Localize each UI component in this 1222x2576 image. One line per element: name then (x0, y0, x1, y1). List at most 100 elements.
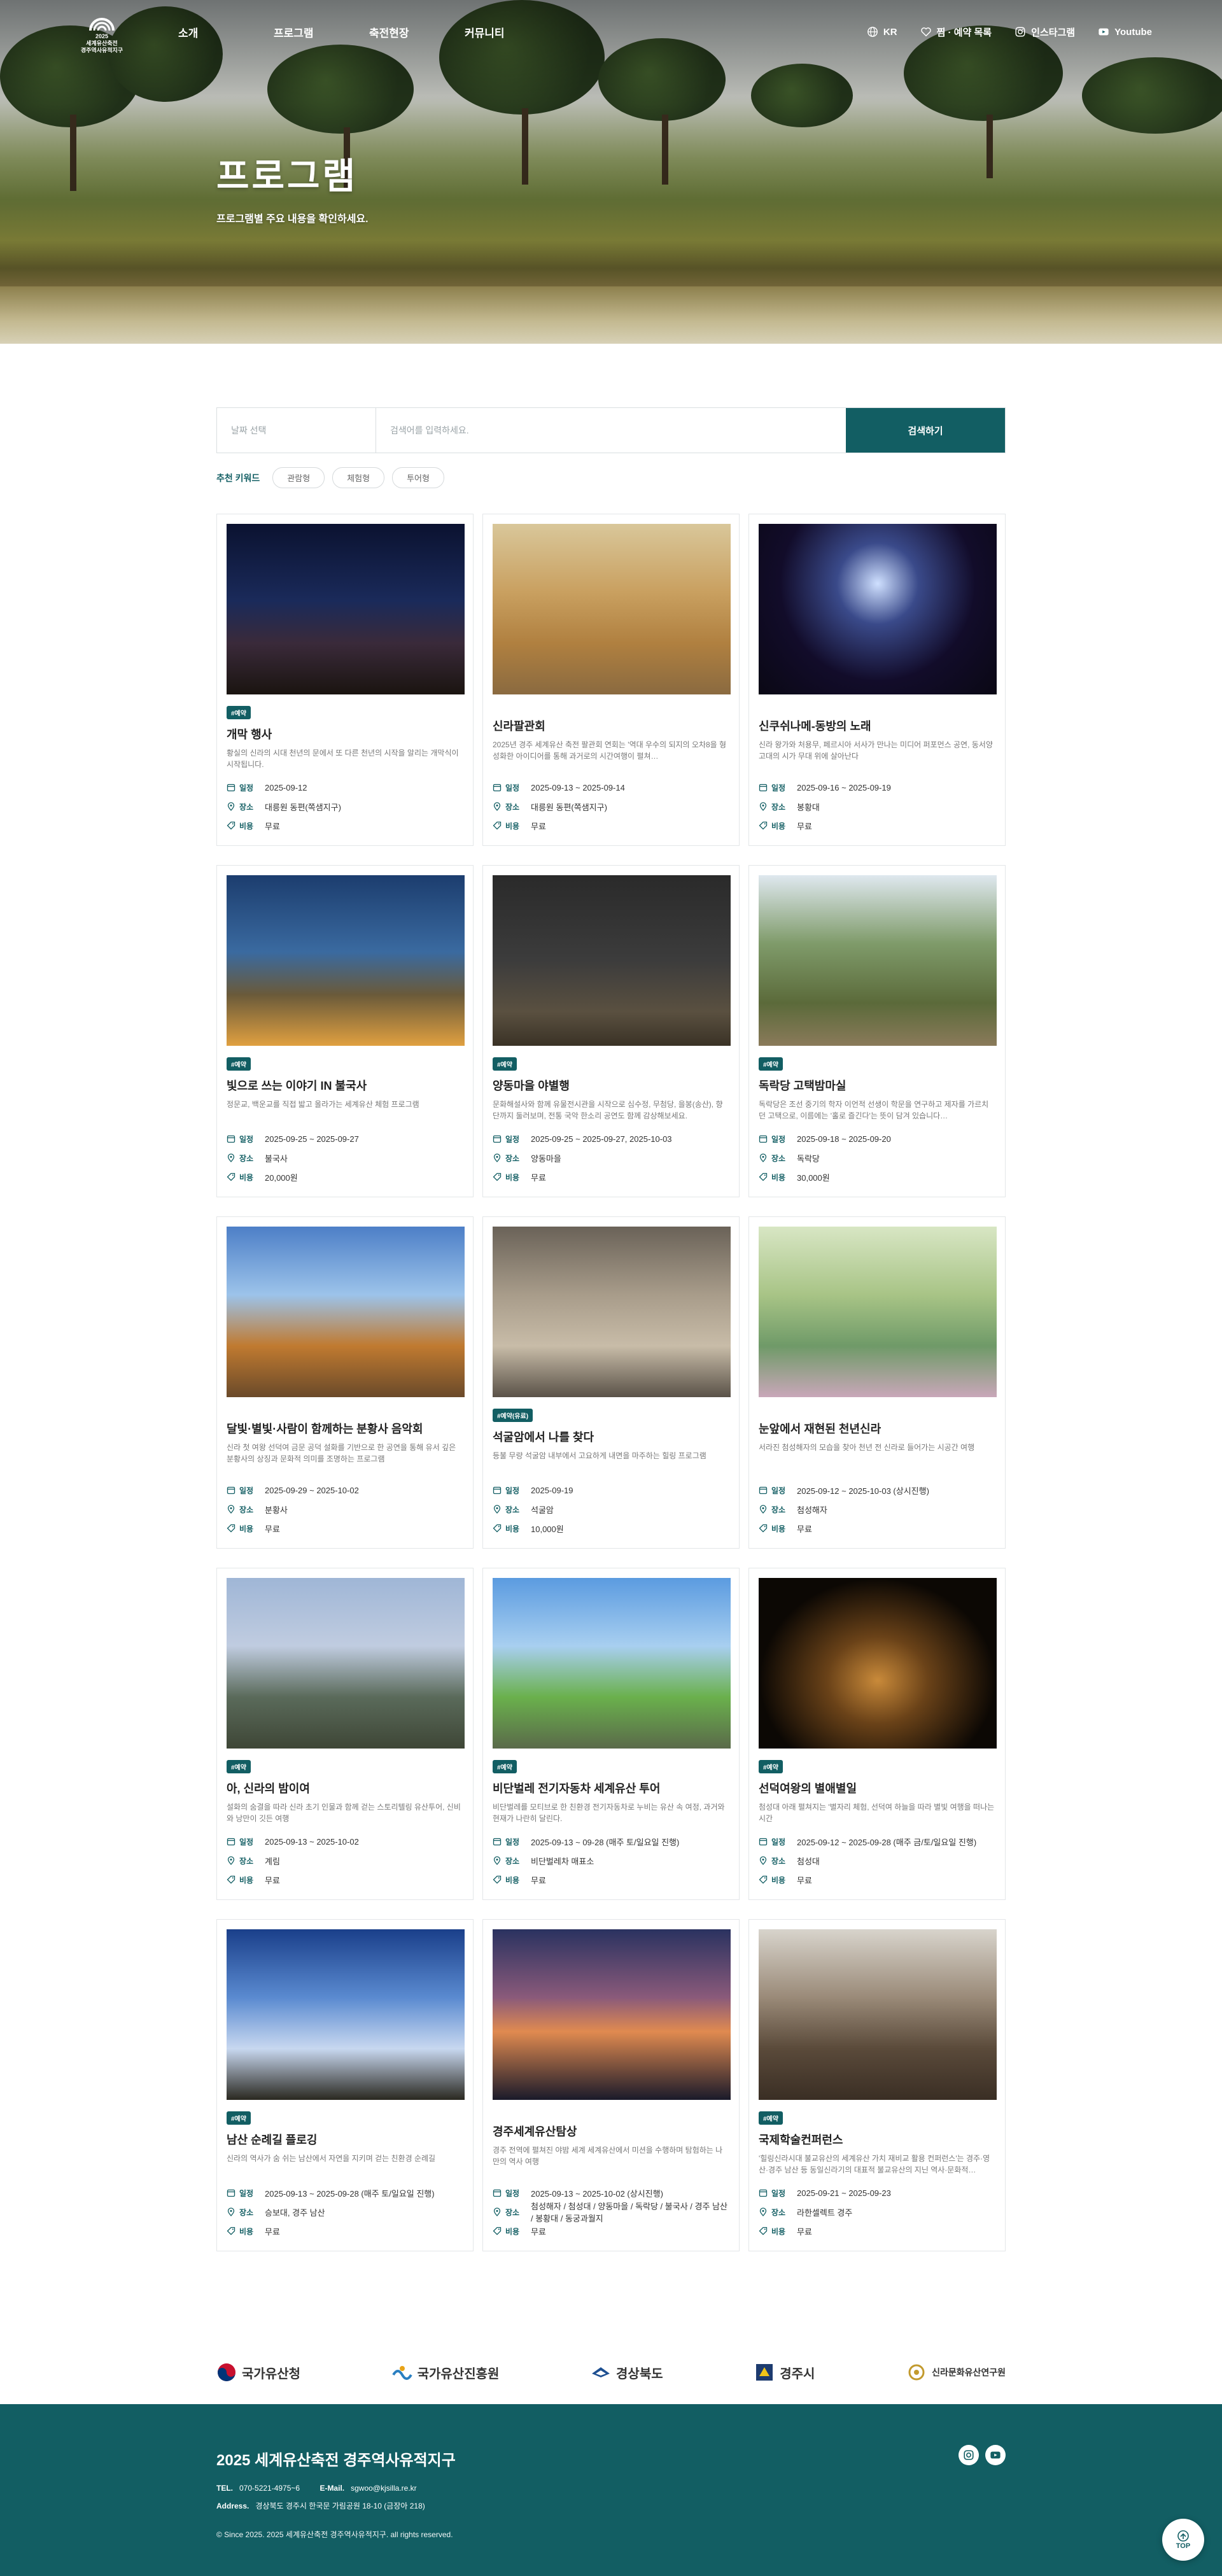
footer-youtube-button[interactable] (985, 2445, 1006, 2465)
meta-fee-label: 비용 (239, 821, 254, 831)
meta-fee: 비용 무료 (759, 1870, 995, 1889)
meta-fee-value: 무료 (265, 2227, 280, 2237)
program-meta: 일정 2025-09-29 ~ 2025-10-02 장소 분황사 비용 무료 (227, 1481, 463, 1538)
program-meta: 일정 2025-09-12 장소 대릉원 동편(쪽샘지구) 비용 무료 (227, 778, 463, 835)
program-card[interactable]: #예약 남산 순례길 플로깅 신라의 역사가 숨 쉬는 남산에서 자연을 지키며 걷… (216, 1919, 474, 2251)
wishlist-link[interactable]: 찜 · 예약 목록 (920, 25, 992, 39)
program-card[interactable]: #예약 독락당 고택밤마실 독락당은 조선 중기의 학자 이언적 선생이 학문을 연… (748, 865, 1006, 1197)
meta-fee-value: 30,000원 (797, 1172, 830, 1183)
language-label: KR (883, 26, 897, 38)
program-title: 선덕여왕의 별애별일 (759, 1782, 857, 1795)
calendar-icon (493, 1135, 502, 1143)
scroll-top-button[interactable]: TOP (1162, 2519, 1204, 2561)
program-card[interactable]: #예약 양동마을 야별행 문화해설사와 함께 유물전시관을 시작으로 심수정, 무첨… (482, 865, 740, 1197)
meta-place-label: 장소 (771, 1505, 786, 1514)
price-tag-icon (759, 1172, 768, 1181)
program-card[interactable]: 신라팔관회 2025년 경주 세계유산 축전 팔관회 연회는 '역대 우수의 되지… (482, 514, 740, 846)
location-pin-icon (759, 1856, 767, 1865)
meta-place-label: 장소 (239, 1505, 254, 1514)
program-meta: 일정 2025-09-13 ~ 2025-10-02 장소 계림 비용 무료 (227, 1832, 463, 1889)
nav-festival-scene[interactable]: 축전현장 (369, 24, 465, 40)
program-thumbnail (759, 1929, 997, 2100)
footer-instagram-button[interactable] (959, 2445, 979, 2465)
calendar-icon (227, 2189, 235, 2197)
search-button[interactable]: 검색하기 (846, 408, 1005, 453)
program-card[interactable]: #예약 선덕여왕의 별애별일 첨성대 아래 펼쳐지는 '별자리 체험, 선덕여 하늘… (748, 1568, 1006, 1900)
meta-fee-label: 비용 (771, 2227, 786, 2236)
program-card[interactable]: #예약 개막 행사 황실의 신라의 시대 천년의 문에서 또 다른 천년의 시작을 … (216, 514, 474, 846)
partner-logo[interactable]: 신라문화유산연구원 (906, 2362, 1006, 2382)
program-card[interactable]: #예약(유료) 석굴암에서 나를 찾다 등불 무량 석굴암 내부에서 고요하게 내면… (482, 1216, 740, 1549)
reservation-badge: #예약 (227, 1057, 251, 1071)
program-card[interactable]: 눈앞에서 재현된 천년신라 서라진 첨성해자의 모습을 찾아 천년 전 신라로 들… (748, 1216, 1006, 1549)
reservation-badge: #예약 (227, 706, 251, 719)
calendar-icon (227, 1135, 235, 1143)
program-card[interactable]: #예약 빛으로 쓰는 이야기 IN 불국사 정문교, 백운교를 직접 밟고 올라가는… (216, 865, 474, 1197)
nav-program[interactable]: 프로그램 (274, 24, 369, 40)
program-thumbnail (227, 1578, 465, 1749)
program-card[interactable]: #예약 아, 신라의 밤이여 설화의 숨결을 따라 신라 초기 인물과 함께 걷는 … (216, 1568, 474, 1900)
calendar-icon (227, 1486, 235, 1495)
price-tag-icon (227, 1875, 235, 1884)
program-thumbnail (493, 1227, 731, 1397)
partner-logo[interactable]: 국가유산진흥원 (391, 2362, 499, 2382)
program-card[interactable]: #예약 국제학술컨퍼런스 '힐링신라시대 불교유산의 세계유산 가치 재비교 활용 … (748, 1919, 1006, 2251)
meta-date: 일정 2025-09-25 ~ 2025-09-27, 2025-10-03 (493, 1129, 729, 1148)
price-tag-icon (227, 1172, 235, 1181)
wave-mark-icon (391, 2366, 412, 2380)
program-thumbnail (759, 875, 997, 1046)
meta-date-value: 2025-09-13 ~ 2025-09-28 (매주 토/일요일 진행) (265, 2188, 435, 2199)
globe-icon (867, 27, 878, 37)
program-title: 국제학술컨퍼런스 (759, 2134, 843, 2146)
meta-place: 장소 첨성해자 (759, 1500, 995, 1519)
email-value: sgwoo@kjsilla.re.kr (351, 2484, 417, 2493)
program-description: 등불 무량 석굴암 내부에서 고요하게 내면을 마주하는 힐링 프로그램 (493, 1451, 706, 1460)
program-meta: 일정 2025-09-12 ~ 2025-10-03 (상시진행) 장소 첨성해자 비용… (759, 1481, 995, 1538)
meta-place: 장소 승보대, 경주 남산 (227, 2202, 463, 2221)
tel-value: 070-5221-4975~6 (239, 2484, 300, 2493)
meta-place-value: 불국사 (265, 1153, 288, 1164)
program-meta: 일정 2025-09-19 장소 석굴암 비용 10,000원 (493, 1481, 729, 1538)
meta-fee-label: 비용 (771, 1524, 786, 1533)
language-button[interactable]: KR (867, 26, 897, 38)
calendar-icon (493, 1486, 502, 1495)
meta-place: 장소 대릉원 동편(쪽샘지구) (227, 797, 463, 816)
instagram-link[interactable]: 인스타그램 (1015, 25, 1075, 39)
meta-date: 일정 2025-09-18 ~ 2025-09-20 (759, 1129, 995, 1148)
program-meta: 일정 2025-09-25 ~ 2025-09-27 장소 불국사 비용 20,000원 (227, 1129, 463, 1186)
program-card[interactable]: #예약 비단벌레 전기자동차 세계유산 투어 비단벌레를 모티브로 한 친환경 전기… (482, 1568, 740, 1900)
email-label: E-Mail. (320, 2484, 345, 2493)
partner-name: 신라문화유산연구원 (932, 2367, 1006, 2377)
nav-intro[interactable]: 소개 (178, 24, 274, 40)
program-description: 설화의 숨결을 따라 신라 초기 인물과 함께 걷는 스토리텔링 유산투어, 신… (227, 1803, 461, 1823)
program-card[interactable]: 달빛·별빛·사람이 함께하는 분황사 음악회 신라 첫 여왕 선덕여 금문 공덕 … (216, 1216, 474, 1549)
program-thumbnail (227, 875, 465, 1046)
site-logo[interactable]: 2025 세계유산축전 경주역사유적지구 (70, 10, 134, 54)
program-title: 신라팔관회 (493, 720, 545, 733)
footer-contact: TEL. 070-5221-4975~6 E-Mail. sgwoo@kjsilla… (216, 2484, 1006, 2493)
nav-community[interactable]: 커뮤니티 (465, 24, 560, 40)
partner-logo[interactable]: 경상북도 (591, 2362, 663, 2382)
meta-place: 장소 양동마을 (493, 1148, 729, 1167)
price-tag-icon (227, 821, 235, 830)
program-card[interactable]: 신쿠쉬나메-동방의 노래 신라 왕가와 처용무, 페르시아 서사가 만나는 미디어… (748, 514, 1006, 846)
meta-place: 장소 라한셀렉트 경주 (759, 2202, 995, 2221)
partner-logo[interactable]: 경주시 (754, 2362, 815, 2382)
silla-institute-icon (908, 2364, 925, 2381)
youtube-link[interactable]: Youtube (1098, 26, 1152, 38)
search-input[interactable] (376, 408, 846, 453)
meta-date: 일정 2025-09-25 ~ 2025-09-27 (227, 1129, 463, 1148)
logo-line: 경주역사유적지구 (80, 46, 123, 53)
meta-fee: 비용 무료 (759, 1519, 995, 1538)
page-title: 프로그램 (216, 155, 358, 197)
footer-sns (959, 2445, 1006, 2465)
price-tag-icon (759, 1875, 768, 1884)
meta-place: 장소 대릉원 동편(쪽샘지구) (493, 797, 729, 816)
partner-logo[interactable]: 국가유산청 (216, 2362, 300, 2382)
keyword-chip[interactable]: 투어형 (392, 467, 444, 488)
program-thumbnail (493, 1929, 731, 2100)
program-card[interactable]: 경주세계유산탐상 경주 전역에 펼쳐진 야밤 세계 세계유산에서 미션을 수행하며… (482, 1919, 740, 2251)
keyword-chip[interactable]: 체험형 (332, 467, 385, 488)
date-select[interactable]: 날짜 선택 (217, 408, 376, 453)
keyword-chip[interactable]: 관람형 (272, 467, 325, 488)
